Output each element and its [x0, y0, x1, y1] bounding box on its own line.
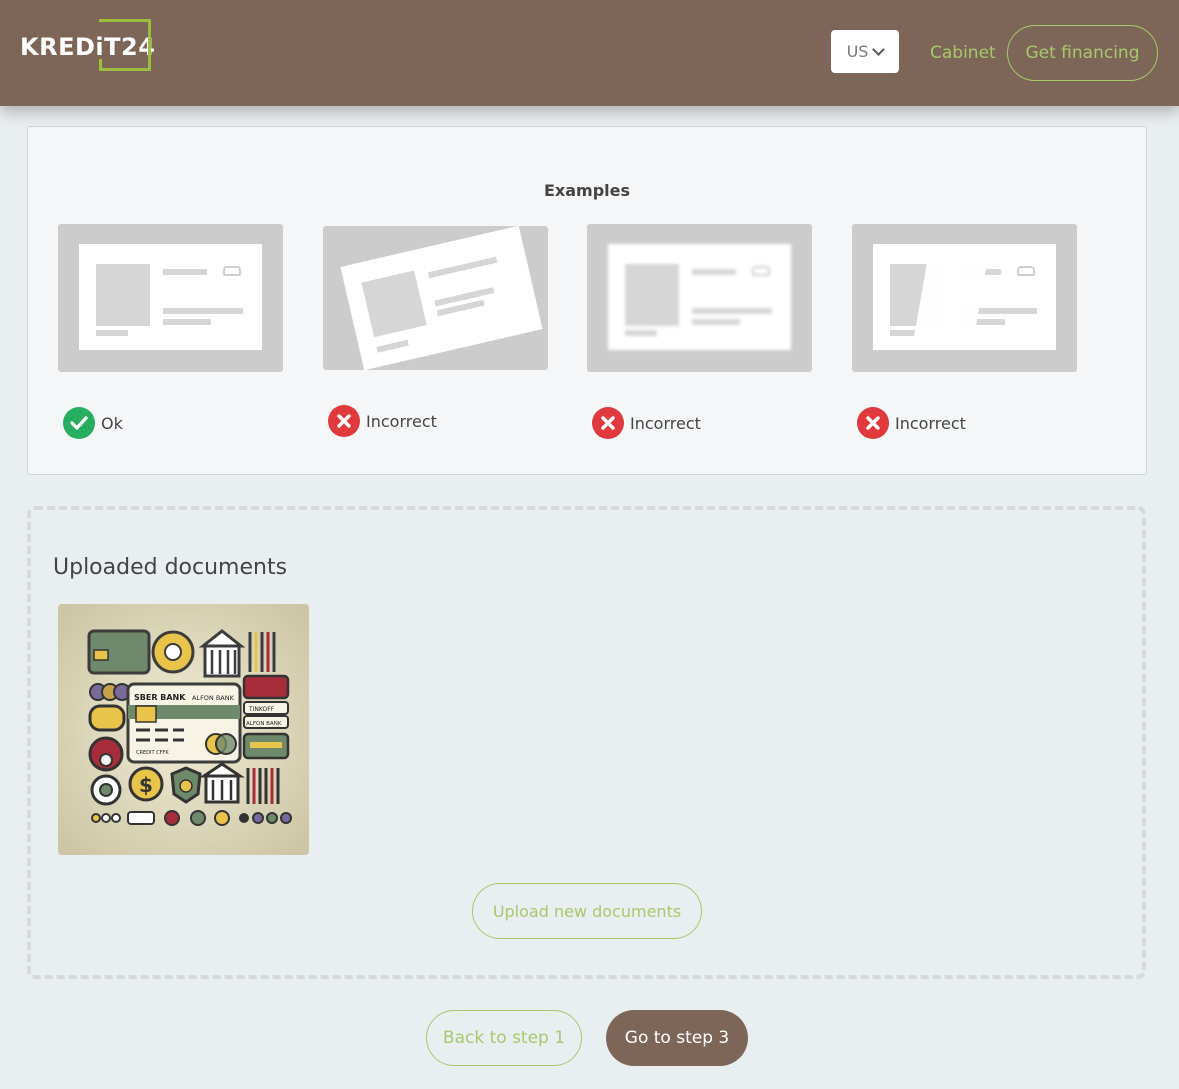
- example-label: Incorrect: [366, 411, 437, 431]
- example-status-blurred: Incorrect: [592, 407, 701, 439]
- example-label: Incorrect: [895, 413, 966, 433]
- logo-frame-corner-bottom: [99, 68, 109, 71]
- document-sample-icon: [79, 244, 262, 350]
- glare-overlay: [911, 244, 991, 350]
- uploaded-documents-title: Uploaded documents: [53, 555, 288, 580]
- car-icon: [223, 266, 241, 276]
- example-card-rotated: [323, 225, 548, 371]
- cabinet-link[interactable]: Cabinet: [930, 43, 996, 63]
- uploaded-documents-dropzone[interactable]: Uploaded documents SBER BANK ALFON BANK …: [27, 506, 1146, 979]
- svg-text:ALFON BANK: ALFON BANK: [246, 721, 282, 727]
- document-sample-icon: [340, 225, 543, 371]
- svg-text:CREDIT CFFK: CREDIT CFFK: [136, 750, 169, 756]
- get-financing-button[interactable]: Get financing: [1007, 25, 1158, 81]
- close-icon: [328, 405, 360, 437]
- kredit24-logo[interactable]: KREDiT24: [20, 19, 160, 71]
- close-icon: [857, 407, 889, 439]
- svg-text:TINKOFF: TINKOFF: [248, 706, 275, 713]
- example-card-ok: [58, 224, 283, 372]
- svg-text:$: $: [139, 773, 153, 797]
- example-card-blurred: [587, 224, 812, 372]
- example-status-rotated: Incorrect: [328, 405, 437, 437]
- language-select[interactable]: US: [831, 30, 899, 73]
- car-icon: [1017, 266, 1035, 276]
- logo-frame: [99, 19, 151, 71]
- examples-title: Examples: [543, 181, 631, 200]
- example-card-glare: [852, 224, 1077, 372]
- example-status-ok: Ok: [63, 407, 123, 439]
- chevron-down-icon: [872, 43, 886, 56]
- example-label: Incorrect: [630, 413, 701, 433]
- document-sample-icon: [873, 244, 1056, 350]
- back-to-step-1-button[interactable]: Back to step 1: [426, 1010, 582, 1066]
- go-to-step-3-button[interactable]: Go to step 3: [606, 1010, 748, 1066]
- check-icon: [63, 407, 95, 439]
- svg-text:SBER BANK: SBER BANK: [134, 693, 186, 702]
- close-icon: [592, 407, 624, 439]
- document-sample-icon: [608, 244, 791, 350]
- banking-illustration-image: SBER BANK ALFON BANK CREDIT CFFK TINKOFF…: [58, 604, 309, 855]
- car-icon: [752, 266, 770, 276]
- language-value: US: [846, 42, 869, 61]
- uploaded-document-thumbnail[interactable]: SBER BANK ALFON BANK CREDIT CFFK TINKOFF…: [58, 604, 309, 855]
- top-header: KREDiT24 US Cabinet Get financing: [0, 0, 1179, 106]
- example-status-glare: Incorrect: [857, 407, 966, 439]
- upload-new-documents-button[interactable]: Upload new documents: [472, 883, 702, 939]
- svg-text:ALFON BANK: ALFON BANK: [192, 694, 235, 702]
- examples-panel: Examples Ok Incorrect Incorrect Incorrec…: [27, 126, 1147, 475]
- example-label: Ok: [101, 413, 123, 433]
